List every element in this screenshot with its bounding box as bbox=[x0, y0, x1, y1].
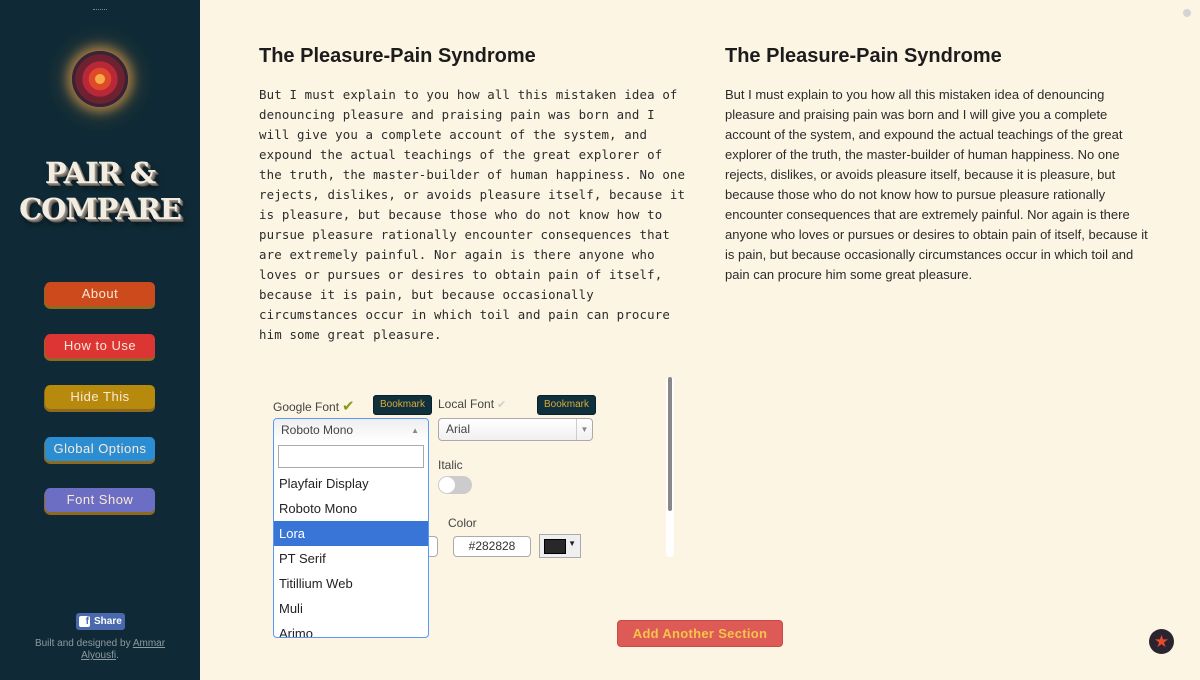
font-option-highlighted[interactable]: Lora bbox=[274, 521, 428, 546]
google-font-label: Google Font ✔ bbox=[273, 397, 355, 415]
local-font-check-icon: ✔ bbox=[497, 399, 507, 411]
google-font-dropdown[interactable]: Roboto Mono ▲ Playfair Display Roboto Mo… bbox=[273, 418, 429, 638]
color-picker[interactable]: ▼ bbox=[539, 534, 581, 558]
color-hex-input[interactable]: #282828 bbox=[453, 536, 531, 557]
left-section-title: The Pleasure-Pain Syndrome bbox=[259, 45, 536, 67]
brand-line-1: PAIR & bbox=[44, 156, 156, 190]
star-icon[interactable]: ★ bbox=[1149, 629, 1174, 654]
how-to-use-button[interactable]: How to Use bbox=[45, 333, 155, 358]
credits-suffix: . bbox=[116, 650, 119, 661]
chevron-up-icon: ▲ bbox=[411, 426, 419, 435]
options-panel-scrollbar[interactable] bbox=[666, 377, 674, 557]
font-option[interactable]: PT Serif bbox=[274, 546, 428, 571]
font-search-input[interactable] bbox=[278, 445, 424, 468]
local-font-label-text: Local Font bbox=[438, 397, 495, 411]
color-swatch bbox=[544, 539, 566, 554]
share-label: Share bbox=[94, 616, 122, 627]
sidebar-nav: About How to Use Hide This Global Option… bbox=[45, 282, 155, 540]
brand-line-2: COMPARE bbox=[19, 192, 182, 226]
local-font-bookmark-button[interactable]: Bookmark bbox=[537, 395, 597, 415]
local-font-label: Local Font ✔ bbox=[438, 397, 506, 411]
font-option[interactable]: Arimo bbox=[274, 621, 428, 637]
font-option[interactable]: Playfair Display bbox=[274, 471, 428, 496]
local-font-select[interactable]: Arial ▼ bbox=[438, 418, 593, 441]
about-button[interactable]: About bbox=[45, 282, 155, 306]
toggle-knob bbox=[439, 477, 455, 493]
chevron-down-icon: ▼ bbox=[576, 419, 592, 440]
font-show-button[interactable]: Font Show bbox=[45, 488, 155, 512]
italic-toggle[interactable] bbox=[438, 476, 472, 494]
hide-this-button[interactable]: Hide This bbox=[45, 385, 155, 409]
facebook-share-button[interactable]: f Share bbox=[76, 613, 125, 630]
google-font-bookmark-button[interactable]: Bookmark bbox=[373, 395, 433, 415]
font-option[interactable]: Roboto Mono bbox=[274, 496, 428, 521]
font-option[interactable]: Titillium Web bbox=[274, 571, 428, 596]
right-section-title: The Pleasure-Pain Syndrome bbox=[725, 45, 1002, 67]
credits: Built and designed by Ammar Alyousfi. bbox=[20, 638, 180, 662]
corner-dot bbox=[1183, 9, 1191, 17]
credits-prefix: Built and designed by bbox=[34, 638, 133, 649]
google-font-select[interactable]: Roboto Mono ▲ bbox=[274, 419, 428, 442]
add-another-section-button[interactable]: Add Another Section bbox=[617, 620, 783, 647]
scrollbar-thumb[interactable] bbox=[668, 377, 672, 511]
color-label: Color bbox=[448, 516, 477, 530]
facebook-icon: f bbox=[79, 616, 90, 627]
logo-orb-icon bbox=[72, 51, 128, 107]
local-font-selected: Arial bbox=[446, 422, 471, 436]
left-section-body: But I must explain to you how all this m… bbox=[259, 87, 686, 342]
italic-label: Italic bbox=[438, 458, 463, 472]
google-font-selected: Roboto Mono bbox=[281, 423, 354, 437]
global-options-button[interactable]: Global Options bbox=[45, 436, 155, 461]
right-section-body: But I must explain to you how all this m… bbox=[725, 87, 1148, 282]
sidebar: PAIR & COMPARE About How to Use Hide Thi… bbox=[0, 0, 200, 680]
caret-down-icon: ▼ bbox=[568, 539, 576, 548]
font-option[interactable]: Muli bbox=[274, 596, 428, 621]
brand-logo: PAIR & COMPARE bbox=[0, 155, 200, 227]
google-font-label-text: Google Font bbox=[273, 400, 340, 414]
google-font-check-icon: ✔ bbox=[342, 398, 355, 415]
top-mark bbox=[93, 9, 107, 12]
